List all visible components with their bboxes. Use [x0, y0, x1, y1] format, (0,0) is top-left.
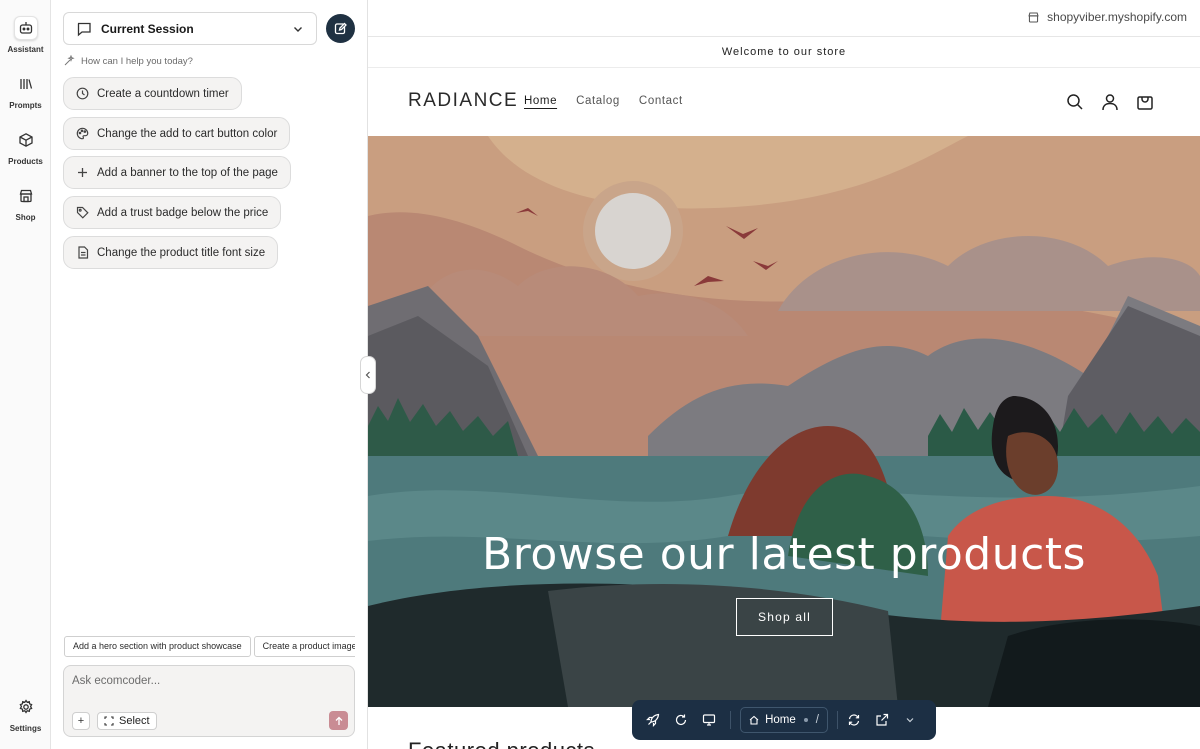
route-label: Home: [765, 714, 796, 726]
store-url[interactable]: shopyviber.myshopify.com: [1027, 10, 1187, 24]
store-url-text: shopyviber.myshopify.com: [1047, 10, 1187, 24]
suggestion-label: Create a countdown timer: [97, 87, 229, 100]
preview-toolbar: Home /: [632, 700, 936, 740]
session-dropdown[interactable]: Current Session: [63, 12, 317, 45]
rail-item-assistant[interactable]: Assistant: [0, 16, 51, 54]
selection-frame-icon: [104, 716, 114, 726]
chip-hero-section[interactable]: Add a hero section with product showcase: [64, 636, 251, 657]
suggestion-add-banner[interactable]: Add a banner to the top of the page: [63, 156, 291, 189]
announcement-bar: Welcome to our store: [368, 37, 1200, 68]
rail-label-assistant: Assistant: [7, 45, 44, 54]
message-composer: Ask ecomcoder... + Select: [63, 665, 355, 737]
suggestion-countdown-timer[interactable]: Create a countdown timer: [63, 77, 242, 110]
sync-icon[interactable]: [843, 708, 866, 732]
helper-row: How can I help you today?: [63, 55, 193, 67]
rail-item-prompts[interactable]: Prompts: [0, 72, 51, 110]
send-button[interactable]: [329, 711, 348, 730]
collapse-panel-button[interactable]: [360, 356, 376, 394]
rocket-icon[interactable]: [642, 708, 665, 732]
suggestion-label: Add a trust badge below the price: [97, 206, 269, 219]
robot-icon: [13, 16, 38, 40]
storefront-icon: [14, 184, 38, 208]
suggestion-trust-badge[interactable]: Add a trust badge below the price: [63, 196, 282, 229]
external-link-icon[interactable]: [871, 708, 894, 732]
preview-url-bar: shopyviber.myshopify.com: [368, 0, 1200, 37]
rail-item-settings[interactable]: Settings: [0, 695, 51, 733]
rail-label-settings: Settings: [9, 724, 42, 733]
chevron-left-icon: [364, 371, 372, 379]
document-icon: [76, 246, 89, 259]
home-icon: [749, 715, 759, 725]
storefront-icon: [1027, 11, 1040, 24]
store-logo[interactable]: RADIANCE: [408, 90, 518, 112]
suggestion-label: Change the add to cart button color: [97, 127, 278, 140]
suggestion-title-font-size[interactable]: Change the product title font size: [63, 236, 279, 269]
helper-text: How can I help you today?: [81, 55, 193, 67]
select-element-button[interactable]: Select: [97, 712, 157, 730]
store-header: RADIANCE Home Catalog Contact: [368, 68, 1200, 136]
assistant-panel: Current Session How can I help you today…: [51, 0, 368, 749]
toolbar-divider: [730, 711, 732, 729]
edit-icon: [334, 22, 347, 35]
left-rail: Assistant Prompts Products Shop Settings: [0, 0, 51, 749]
gear-icon: [14, 695, 38, 719]
desktop-icon[interactable]: [697, 708, 720, 732]
arrow-up-icon: [334, 716, 344, 726]
chat-bubble-icon: [76, 21, 92, 37]
new-chat-button[interactable]: [326, 14, 355, 43]
palette-icon: [76, 127, 89, 140]
attach-button[interactable]: +: [72, 712, 90, 730]
rail-label-prompts: Prompts: [9, 101, 42, 110]
session-label: Current Session: [101, 21, 194, 36]
chevron-down-icon[interactable]: [898, 708, 921, 732]
account-icon[interactable]: [1099, 91, 1121, 113]
quick-prompt-chips: Add a hero section with product showcase…: [64, 636, 355, 658]
featured-heading: Featured products: [408, 738, 595, 749]
store-nav: Home Catalog Contact: [524, 95, 702, 107]
select-label: Select: [119, 715, 150, 727]
search-icon[interactable]: [1064, 91, 1086, 113]
rail-label-shop: Shop: [15, 213, 36, 222]
toolbar-divider: [836, 711, 838, 729]
suggestion-cart-button-color[interactable]: Change the add to cart button color: [63, 117, 291, 150]
route-dot: [803, 718, 808, 722]
suggestion-label: Add a banner to the top of the page: [97, 166, 278, 179]
box-icon: [14, 128, 38, 152]
refresh-icon[interactable]: [670, 708, 693, 732]
chevron-down-icon: [292, 23, 304, 35]
cart-icon[interactable]: [1134, 91, 1156, 113]
shop-all-button[interactable]: Shop all: [736, 598, 833, 636]
nav-home[interactable]: Home: [524, 95, 557, 107]
header-icons: [1051, 91, 1156, 113]
tag-icon: [76, 206, 89, 219]
nav-catalog[interactable]: Catalog: [576, 95, 620, 107]
route-path: /: [815, 714, 819, 726]
chip-product-gallery[interactable]: Create a product image gallery: [253, 636, 355, 657]
hero-title: Browse our latest products: [482, 529, 1086, 580]
rail-item-shop[interactable]: Shop: [0, 184, 51, 222]
plus-icon: [76, 166, 89, 179]
route-selector[interactable]: Home /: [740, 707, 828, 733]
rail-label-products: Products: [8, 157, 43, 166]
library-icon: [14, 72, 38, 96]
rail-item-products[interactable]: Products: [0, 128, 51, 166]
clock-icon: [76, 87, 89, 100]
suggestion-label: Change the product title font size: [97, 246, 266, 259]
sparkle-icon: [63, 55, 75, 67]
hero-banner: Browse our latest products Shop all: [368, 136, 1200, 707]
nav-contact[interactable]: Contact: [639, 95, 683, 107]
composer-input[interactable]: Ask ecomcoder...: [72, 675, 160, 687]
